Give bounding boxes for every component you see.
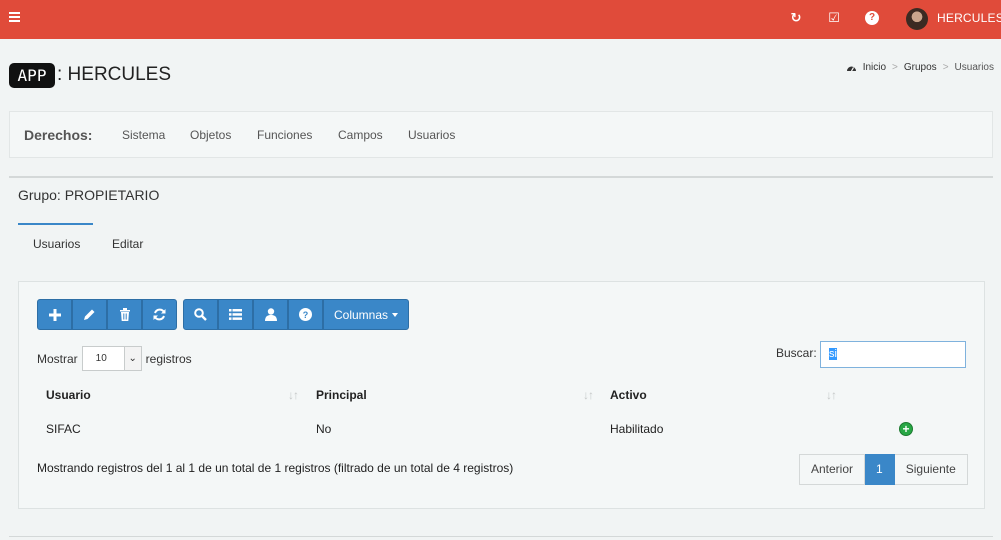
- add-button[interactable]: [37, 299, 72, 330]
- rights-item-objetos[interactable]: Objetos: [190, 128, 231, 142]
- sort-icon[interactable]: ↓↑: [826, 388, 837, 402]
- search-icon: [194, 308, 207, 321]
- search-label: Buscar:: [776, 346, 817, 360]
- trash-icon: [119, 308, 130, 321]
- user-avatar[interactable]: [906, 8, 928, 30]
- search-input[interactable]: si: [820, 341, 966, 368]
- search-button[interactable]: [183, 299, 218, 330]
- svg-text:?: ?: [303, 310, 309, 320]
- breadcrumb-groups-link[interactable]: Grupos: [904, 62, 937, 73]
- table-info-text: Mostrando registros del 1 al 1 de un tot…: [37, 461, 514, 475]
- group-title: Grupo: PROPIETARIO: [18, 187, 160, 203]
- pagination: Anterior 1 Siguiente: [799, 454, 968, 485]
- hamburger-menu-icon[interactable]: [9, 12, 20, 22]
- next-page-button[interactable]: Siguiente: [894, 454, 968, 485]
- section-divider: [9, 176, 993, 178]
- user-button[interactable]: [253, 299, 288, 330]
- list-button[interactable]: [218, 299, 253, 330]
- tab-usuarios[interactable]: Usuarios: [33, 237, 80, 251]
- cell-activo: Habilitado: [610, 422, 664, 436]
- tasks-checkbox-icon[interactable]: ☑: [826, 10, 842, 26]
- pencil-icon: [84, 309, 95, 320]
- plus-icon: [48, 308, 61, 321]
- chevron-down-icon: ⌄: [123, 347, 141, 370]
- help-icon: ?: [299, 308, 312, 321]
- sort-icon[interactable]: ↓↑: [288, 388, 299, 402]
- list-icon: [229, 309, 242, 320]
- users-table-panel: ? Columnas Mostrar 10 ⌄ registros Buscar…: [18, 281, 985, 509]
- rights-item-funciones[interactable]: Funciones: [257, 128, 312, 142]
- app-logo-badge: APP: [9, 63, 55, 88]
- columns-dropdown-button[interactable]: Columnas: [323, 299, 410, 330]
- breadcrumb-current: Usuarios: [954, 62, 994, 73]
- refresh-icon: [153, 308, 166, 321]
- caret-down-icon: [392, 312, 399, 317]
- delete-button[interactable]: [107, 299, 142, 330]
- cell-principal: No: [316, 422, 332, 436]
- dashboard-icon: [846, 66, 856, 72]
- sort-icon[interactable]: ↓↑: [583, 388, 594, 402]
- rights-item-sistema[interactable]: Sistema: [122, 128, 165, 142]
- cell-usuario: SIFAC: [46, 422, 81, 436]
- page-number-button[interactable]: 1: [865, 454, 895, 485]
- page-size-select[interactable]: 10 ⌄: [81, 346, 142, 371]
- refresh-icon[interactable]: ↻: [788, 10, 804, 26]
- refresh-button[interactable]: [142, 299, 177, 330]
- rights-label: Derechos:: [24, 127, 93, 143]
- breadcrumb-home-link[interactable]: Inicio: [863, 62, 886, 73]
- help-icon[interactable]: ?: [865, 11, 879, 25]
- top-navbar: ↻ ☑ ? HERCULES: [0, 0, 1001, 39]
- tab-editar[interactable]: Editar: [112, 237, 143, 251]
- records-label: registros: [145, 351, 192, 366]
- view-button-group: ? Columnas: [183, 299, 410, 330]
- edit-button[interactable]: [72, 299, 107, 330]
- crud-button-group: [37, 299, 177, 330]
- columns-label: Columnas: [334, 307, 389, 322]
- breadcrumb: Inicio > Grupos > Usuarios: [846, 62, 994, 73]
- active-tab-indicator: [18, 223, 93, 225]
- rights-nav: Derechos: Sistema Objetos Funciones Camp…: [9, 111, 993, 158]
- help-button[interactable]: ?: [288, 299, 323, 330]
- rights-item-usuarios[interactable]: Usuarios: [408, 128, 455, 142]
- breadcrumb-separator: >: [892, 62, 898, 73]
- search-input-value: si: [829, 348, 837, 360]
- page-size-control: Mostrar 10 ⌄ registros: [37, 346, 192, 371]
- add-circle-icon[interactable]: +: [899, 422, 913, 436]
- breadcrumb-separator: >: [942, 62, 949, 73]
- prev-page-button[interactable]: Anterior: [799, 454, 866, 485]
- show-label: Mostrar: [37, 351, 78, 366]
- section-divider: [9, 536, 993, 537]
- user-menu-name[interactable]: HERCULES: [937, 11, 1001, 25]
- rights-item-campos[interactable]: Campos: [338, 128, 383, 142]
- page-title: : HERCULES: [57, 64, 172, 85]
- column-header-usuario[interactable]: Usuario: [46, 388, 91, 402]
- user-icon: [264, 308, 277, 321]
- column-header-principal[interactable]: Principal: [316, 388, 367, 402]
- column-header-activo[interactable]: Activo: [610, 388, 647, 402]
- page-size-value: 10: [95, 353, 107, 364]
